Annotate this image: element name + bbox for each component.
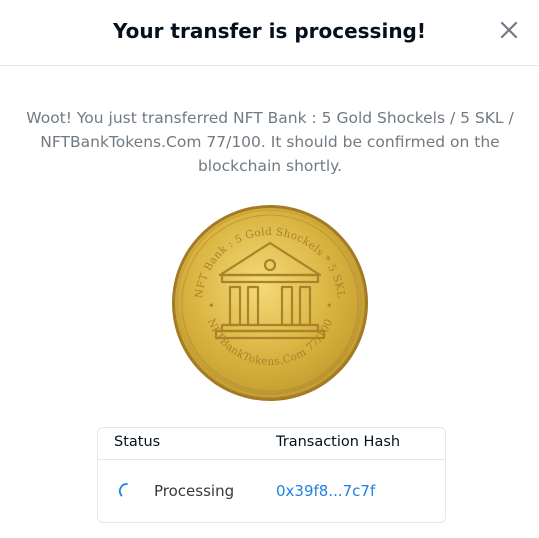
modal-title: Your transfer is processing! — [112, 18, 426, 43]
hash-column-header: Transaction Hash — [276, 434, 401, 450]
modal-header: Your transfer is processing! — [0, 0, 539, 66]
svg-text:✦: ✦ — [326, 301, 333, 310]
gold-coin-image: NFT Bank : 5 Gold Shockels * 5 SKL NFTBa… — [171, 205, 368, 401]
table-header: Status Transaction Hash — [98, 428, 445, 460]
transaction-hash-link[interactable]: 0x39f8...7c7f — [276, 482, 375, 500]
transaction-table: Status Transaction Hash Processing 0x39f… — [97, 427, 446, 523]
transfer-message: Woot! You just transferred NFT Bank : 5 … — [26, 109, 514, 175]
close-button[interactable] — [499, 20, 519, 40]
status-value: Processing — [154, 482, 235, 500]
modal-body: Woot! You just transferred NFT Bank : 5 … — [0, 106, 539, 403]
nft-image-container: NFT Bank : 5 Gold Shockels * 5 SKL NFTBa… — [0, 203, 539, 403]
status-column-header: Status — [114, 434, 161, 450]
svg-text:✦: ✦ — [208, 301, 215, 310]
transfer-modal: Your transfer is processing! Woot! You j… — [0, 0, 539, 538]
spinner-icon — [119, 483, 128, 497]
table-row: Processing 0x39f8...7c7f — [98, 460, 445, 524]
close-icon — [500, 21, 518, 39]
